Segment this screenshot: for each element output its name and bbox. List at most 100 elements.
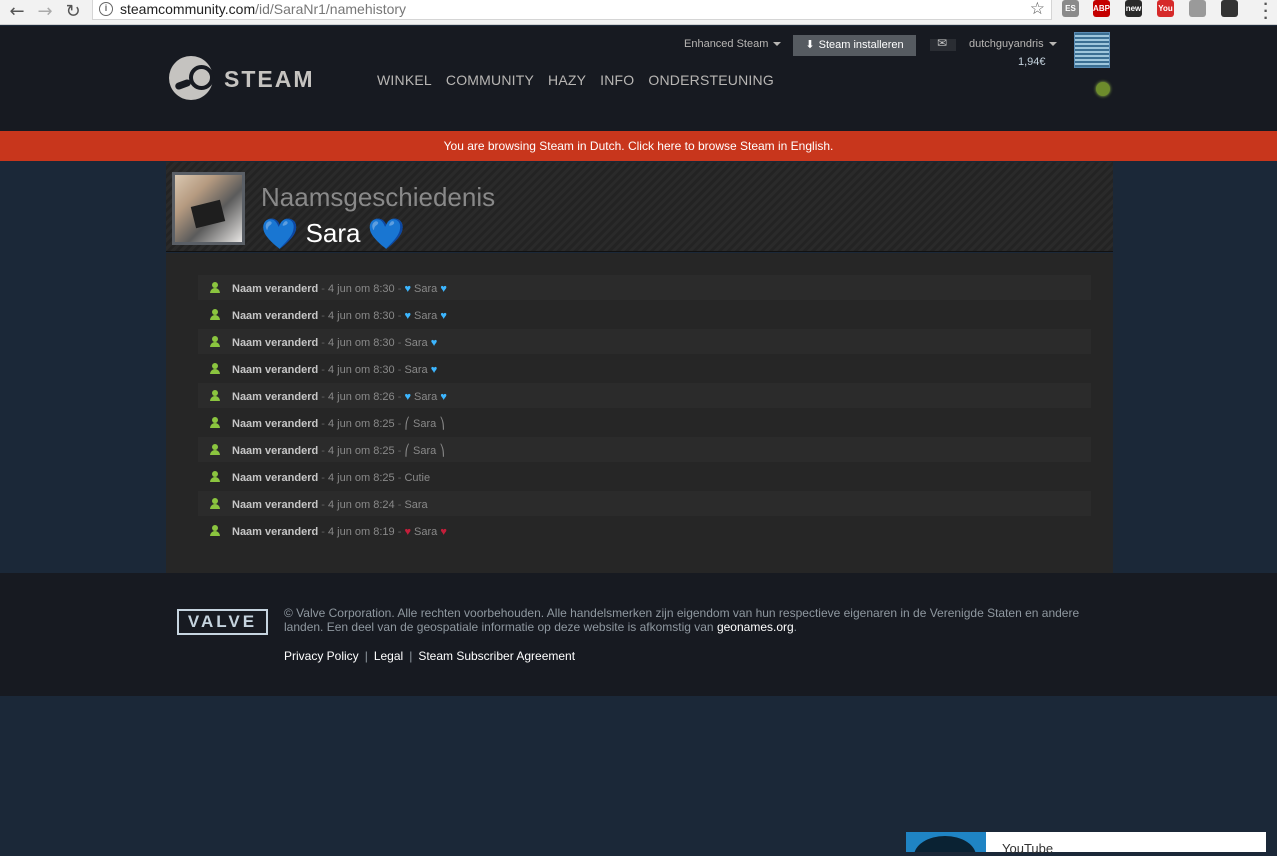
profile-avatar[interactable]: [172, 172, 245, 245]
decoration-glyph: ⎞: [439, 445, 445, 457]
history-entry-text: Naam veranderd - 4 jun om 8:30 - ♥ Sara …: [232, 304, 447, 329]
person-icon: [210, 309, 220, 320]
steam-logo[interactable]: STEAM: [169, 56, 319, 102]
browser-toolbar: ← → ↻ i steamcommunity.com/id/SaraNr1/na…: [0, 0, 1277, 27]
new-badge-extension-icon[interactable]: new: [1125, 0, 1142, 17]
site-info-icon[interactable]: i: [99, 2, 113, 16]
history-name: Sara: [413, 418, 437, 430]
footer-copyright: © Valve Corporation. Alle rechten voorbe…: [284, 606, 1114, 634]
person-icon: [210, 471, 220, 482]
history-date: 4 jun om 8:25: [328, 445, 395, 457]
list-item: Naam veranderd - 4 jun om 8:26 - ♥ Sara …: [198, 383, 1091, 408]
decoration-glyph: ⎛: [404, 418, 413, 430]
footer: VALVE © Valve Corporation. Alle rechten …: [0, 573, 1277, 696]
reload-icon[interactable]: ↻: [62, 2, 84, 22]
footer-link-legal[interactable]: Legal: [374, 649, 403, 663]
youtube-thumbnail: [906, 832, 986, 852]
separator: -: [318, 526, 328, 538]
history-name: Sara: [404, 499, 428, 511]
history-entry-text: Naam veranderd - 4 jun om 8:25 - ⎛ Sara …: [232, 412, 445, 437]
blue-heart-icon: 💙: [261, 218, 299, 251]
footer-link-steam-subscriber-agreement[interactable]: Steam Subscriber Agreement: [418, 649, 575, 663]
install-steam-label: Steam installeren: [818, 39, 904, 51]
profile-name[interactable]: 💙 Sara 💙: [261, 217, 405, 252]
youtube-popup[interactable]: YouTube: [906, 832, 1266, 856]
history-name: Sara: [414, 310, 438, 322]
history-entry-text: Naam veranderd - 4 jun om 8:26 - ♥ Sara …: [232, 385, 447, 410]
history-label: Naam veranderd: [232, 472, 319, 484]
mail-icon[interactable]: [930, 36, 956, 51]
chevron-down-icon: [773, 42, 782, 47]
history-name: Sara: [404, 337, 428, 349]
address-bar[interactable]: i steamcommunity.com/id/SaraNr1/namehist…: [92, 0, 1052, 20]
history-entry-text: Naam veranderd - 4 jun om 8:24 - Sara: [232, 493, 428, 518]
adblock-icon[interactable]: ABP: [1093, 0, 1110, 17]
valve-logo[interactable]: VALVE: [177, 609, 268, 635]
youtube-extension-icon[interactable]: You: [1157, 0, 1174, 17]
language-banner[interactable]: You are browsing Steam in Dutch. Click h…: [0, 131, 1277, 161]
history-entry-text: Naam veranderd - 4 jun om 8:25 - Cutie: [232, 466, 430, 491]
main-nav: WINKEL COMMUNITY HAZY INFO ONDERSTEUNING: [377, 72, 788, 88]
name-history-list: Naam veranderd - 4 jun om 8:30 - ♥ Sara …: [166, 253, 1113, 573]
history-label: Naam veranderd: [232, 310, 319, 322]
tag-extension-icon[interactable]: [1189, 0, 1206, 17]
install-steam-button[interactable]: ⬇ Steam installeren: [793, 35, 916, 56]
separator: -: [394, 445, 405, 457]
history-entry-text: Naam veranderd - 4 jun om 8:25 - ⎛ Sara …: [232, 439, 445, 464]
account-menu[interactable]: dutchguyandris: [969, 38, 1057, 50]
nav-item-community[interactable]: COMMUNITY: [446, 72, 534, 88]
history-date: 4 jun om 8:30: [328, 364, 395, 376]
heart-icon: ♥: [440, 391, 447, 403]
history-date: 4 jun om 8:30: [328, 337, 395, 349]
history-date: 4 jun om 8:25: [328, 418, 395, 430]
blue-heart-icon: 💙: [367, 218, 406, 251]
nav-item-ondersteuning[interactable]: ONDERSTEUNING: [648, 72, 774, 88]
profile-avatar-image: [175, 175, 242, 242]
list-item: Naam veranderd - 4 jun om 8:25 - Cutie: [198, 464, 1091, 489]
history-date: 4 jun om 8:26: [328, 391, 395, 403]
nav-item-hazy[interactable]: HAZY: [548, 72, 586, 88]
steam-header: STEAM WINKEL COMMUNITY HAZY INFO ONDERSTEUNI…: [0, 26, 1277, 131]
nav-item-winkel[interactable]: WINKEL: [377, 72, 432, 88]
history-label: Naam veranderd: [232, 283, 319, 295]
geonames-link[interactable]: geonames.org: [717, 620, 794, 634]
separator: -: [394, 364, 405, 376]
list-item: Naam veranderd - 4 jun om 8:24 - Sara: [198, 491, 1091, 516]
page-title: Naamsgeschiedenis: [261, 182, 496, 212]
history-name: Sara: [414, 391, 438, 403]
history-label: Naam veranderd: [232, 499, 319, 511]
url-host: steamcommunity.com: [120, 1, 256, 17]
history-label: Naam veranderd: [232, 445, 319, 457]
enhanced-steam-menu[interactable]: Enhanced Steam: [684, 38, 782, 50]
list-item: Naam veranderd - 4 jun om 8:25 - ⎛ Sara …: [198, 410, 1091, 435]
footer-links: Privacy Policy | Legal | Steam Subscriber Ag…: [284, 649, 575, 663]
separator: -: [394, 337, 405, 349]
forward-icon[interactable]: →: [34, 2, 56, 22]
separator: -: [394, 526, 405, 538]
separator: -: [318, 472, 328, 484]
url-path: /id/SaraNr1/namehistory: [255, 1, 407, 17]
heart-icon: ♥: [440, 283, 447, 295]
separator: -: [318, 391, 328, 403]
list-item: Naam veranderd - 4 jun om 8:25 - ⎛ Sara …: [198, 437, 1091, 462]
heart-icon: ♥: [404, 310, 411, 322]
copyright-period: .: [793, 620, 798, 634]
avatar[interactable]: [1074, 32, 1110, 68]
separator: -: [318, 445, 328, 457]
es-extension-icon[interactable]: ES: [1062, 0, 1079, 17]
list-item: Naam veranderd - 4 jun om 8:30 - ♥ Sara …: [198, 302, 1091, 327]
wallet-balance: 1,94€: [1018, 56, 1046, 68]
separator: -: [318, 499, 328, 511]
bookmark-star-icon[interactable]: ☆: [1030, 0, 1045, 19]
download-icon: ⬇: [805, 39, 815, 51]
separator: |: [409, 649, 413, 663]
footer-link-privacy-policy[interactable]: Privacy Policy: [284, 649, 359, 663]
history-name: Sara: [404, 364, 428, 376]
flag-extension-icon[interactable]: [1221, 0, 1238, 17]
separator: -: [318, 364, 328, 376]
enhanced-steam-label: Enhanced Steam: [684, 38, 769, 50]
browser-menu-icon[interactable]: · · ·: [1263, 0, 1269, 27]
back-icon[interactable]: ←: [6, 2, 28, 22]
nav-item-info[interactable]: INFO: [600, 72, 634, 88]
history-name: Sara: [413, 445, 437, 457]
